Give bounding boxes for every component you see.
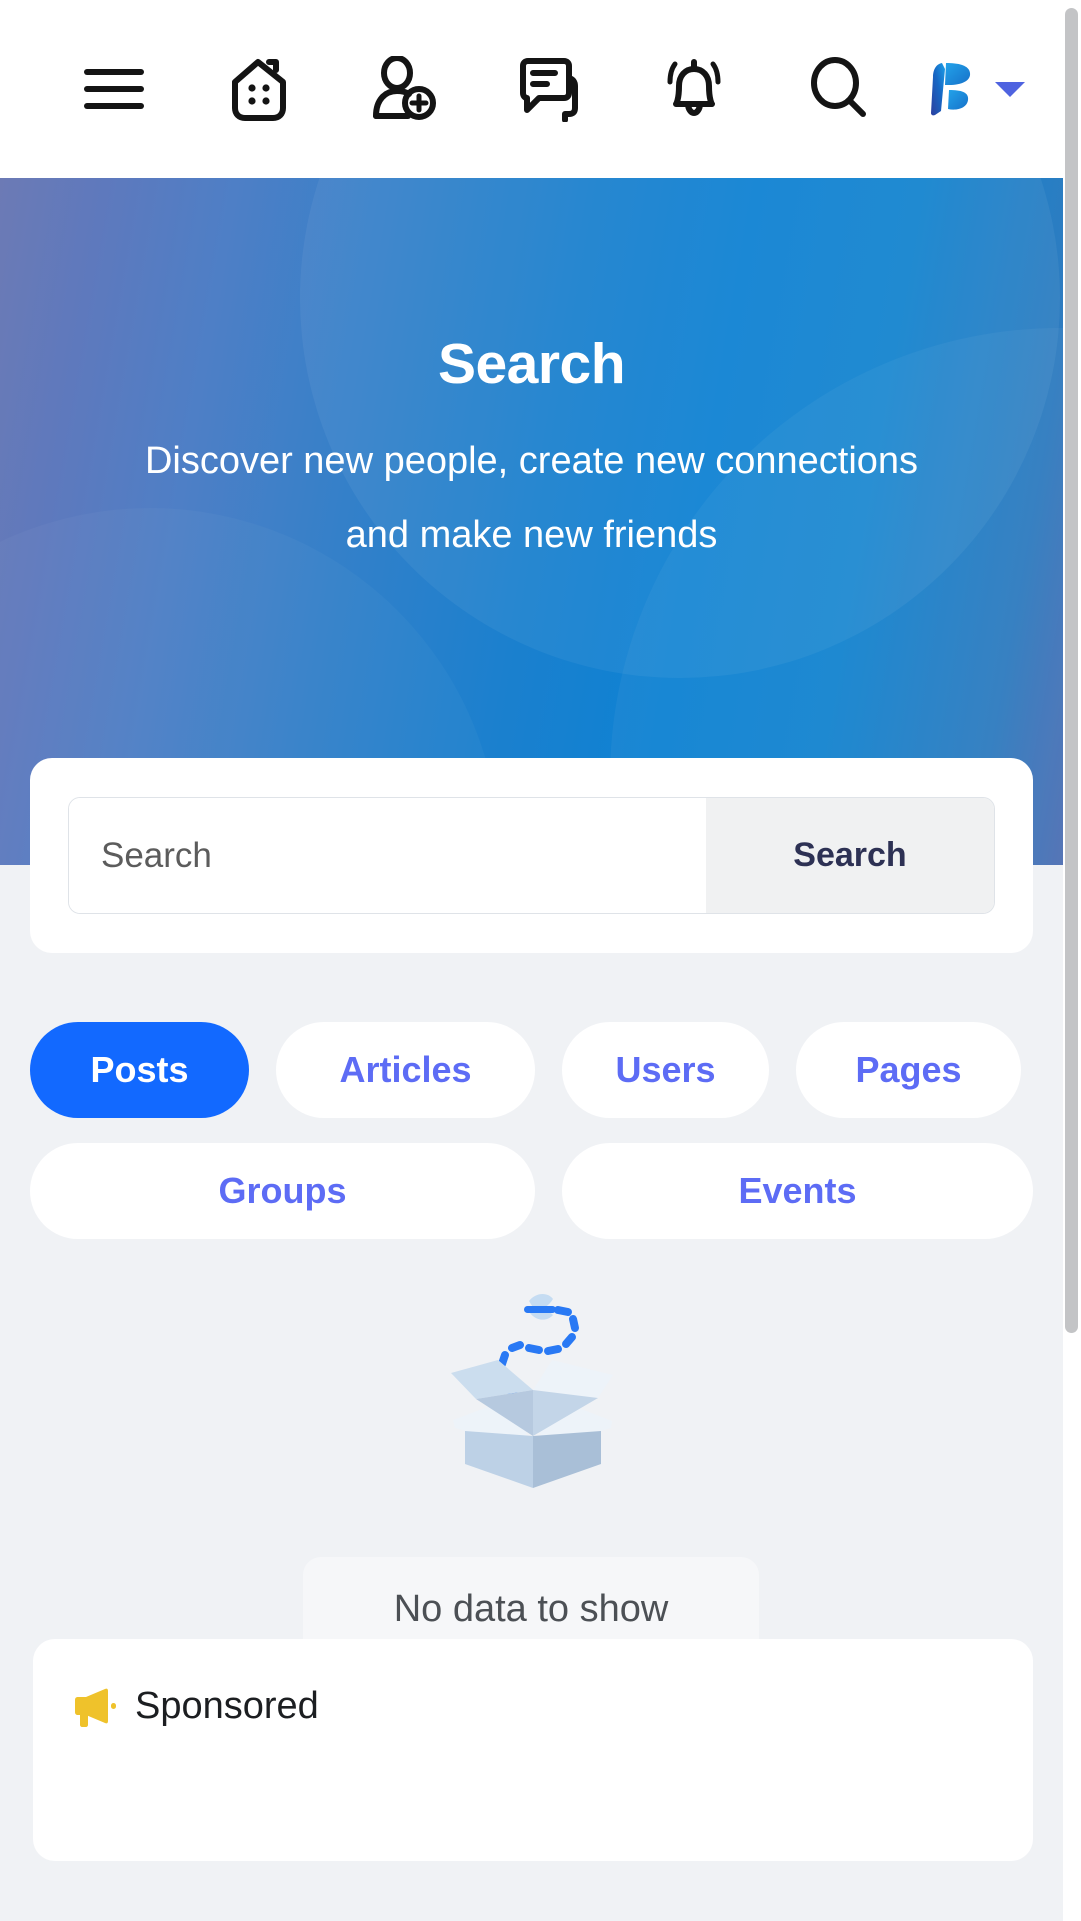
hero-content: Search Discover new people, create new c… [0, 178, 1063, 572]
page-viewport: Search Discover new people, create new c… [0, 0, 1081, 1921]
messages-icon[interactable] [501, 41, 597, 137]
empty-box-illustration [450, 1293, 613, 1488]
avatar [931, 63, 971, 116]
sponsored-header: Sponsored [73, 1685, 993, 1728]
sponsored-label: Sponsored [135, 1685, 319, 1727]
tab-pages[interactable]: Pages [796, 1022, 1021, 1118]
tab-posts[interactable]: Posts [30, 1022, 249, 1118]
menu-icon[interactable] [66, 41, 162, 137]
account-menu-button[interactable] [929, 61, 1025, 117]
top-navigation-bar [0, 0, 1063, 178]
search-icon[interactable] [791, 41, 887, 137]
tab-groups[interactable]: Groups [30, 1143, 535, 1239]
home-icon[interactable] [211, 41, 307, 137]
empty-state [0, 1268, 1063, 1513]
search-card: Search [30, 758, 1033, 953]
tab-events[interactable]: Events [562, 1143, 1033, 1239]
search-input[interactable] [69, 798, 706, 913]
notifications-icon[interactable] [646, 41, 742, 137]
add-friend-icon[interactable] [356, 41, 452, 137]
search-submit-button[interactable]: Search [706, 798, 994, 913]
search-input-group: Search [68, 797, 995, 914]
sponsored-card: Sponsored [33, 1639, 1033, 1861]
page-subtitle: Discover new people, create new connecti… [144, 439, 919, 556]
page-title: Search [437, 332, 626, 396]
tab-articles[interactable]: Articles [276, 1022, 535, 1118]
chevron-down-icon[interactable] [995, 81, 1025, 97]
tab-users[interactable]: Users [562, 1022, 769, 1118]
scrollbar-thumb[interactable] [1065, 8, 1078, 1333]
megaphone-icon [75, 1688, 116, 1727]
empty-state-message: No data to show [393, 1587, 669, 1630]
search-filter-tabs: Posts Articles Users Pages Groups Events [30, 1022, 1033, 1239]
